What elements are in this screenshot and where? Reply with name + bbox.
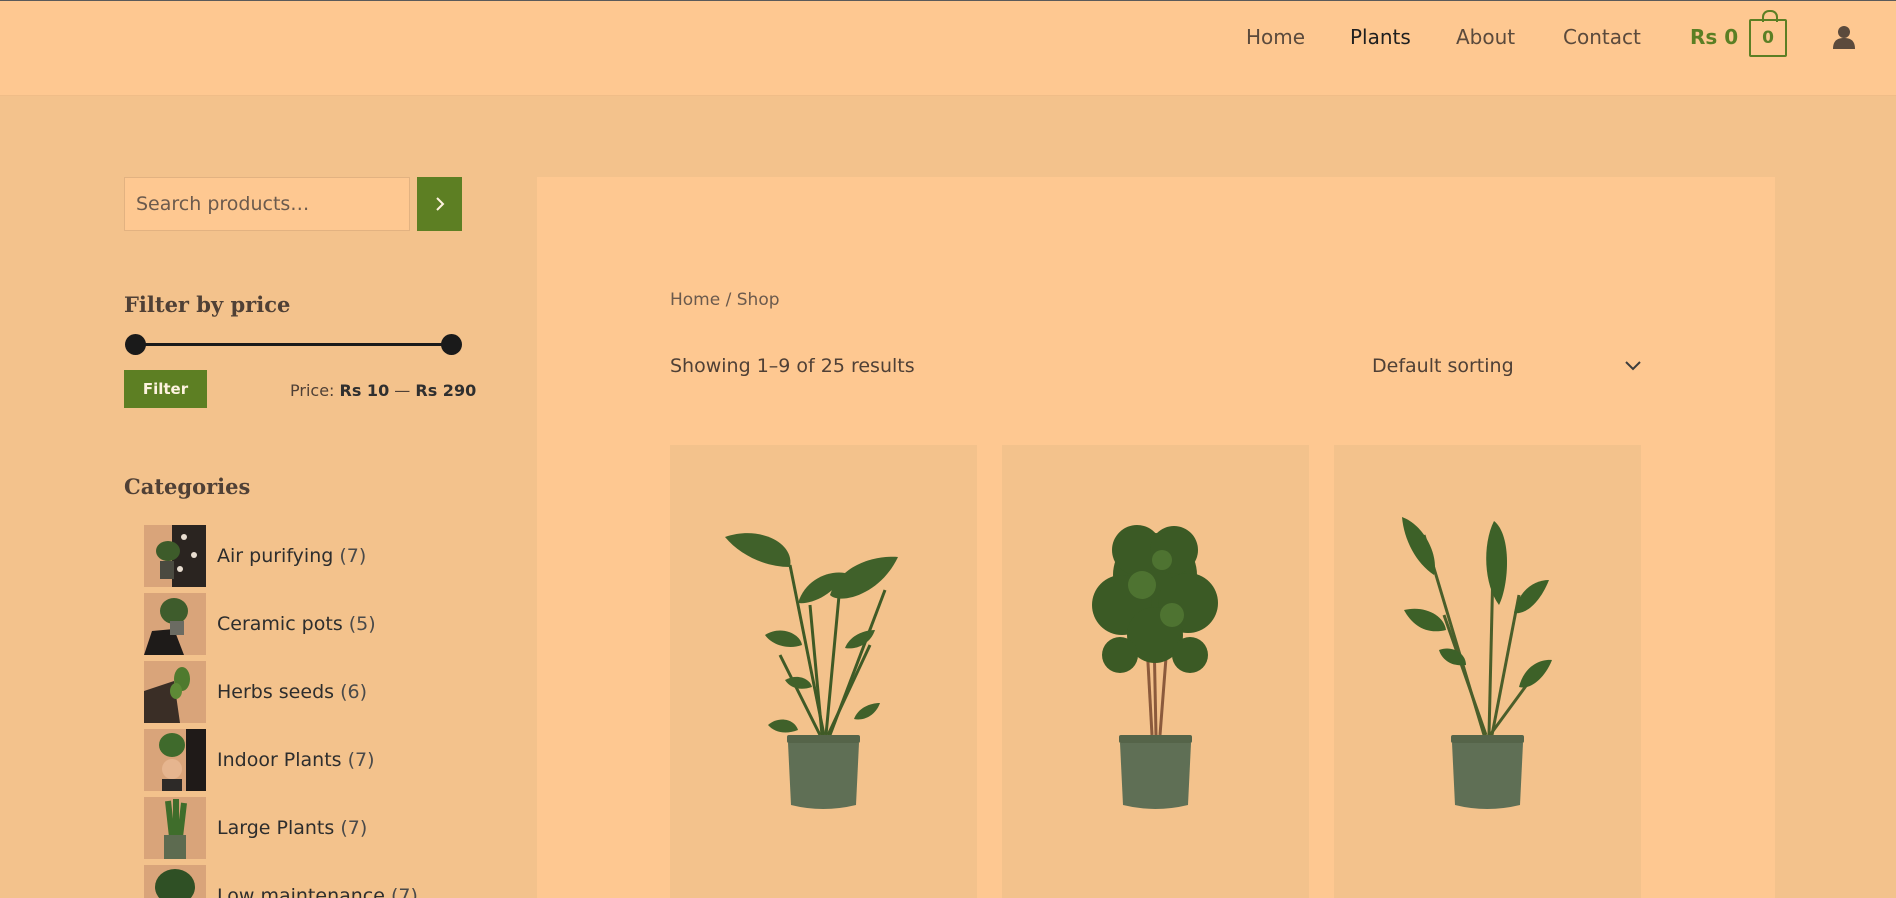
product-card-1[interactable] xyxy=(670,445,977,898)
chevron-down-icon xyxy=(1625,361,1641,371)
category-thumbnail xyxy=(144,865,206,898)
category-name[interactable]: Indoor Plants xyxy=(217,749,342,771)
breadcrumb-current: Shop xyxy=(736,290,780,310)
category-item-air-purifying[interactable]: Air purifying (7) xyxy=(144,525,366,587)
cart-total[interactable]: Rs 0 xyxy=(1690,25,1738,49)
category-item-herbs-seeds[interactable]: Herbs seeds (6) xyxy=(144,661,367,723)
price-separator: — xyxy=(394,381,411,400)
product-card-2[interactable] xyxy=(1002,445,1309,898)
category-count: (5) xyxy=(348,613,376,635)
category-item-ceramic-pots[interactable]: Ceramic pots (5) xyxy=(144,593,376,655)
nav-home[interactable]: Home xyxy=(1246,25,1305,49)
search-button[interactable] xyxy=(417,177,462,231)
category-thumbnail xyxy=(144,593,206,655)
filter-button[interactable]: Filter xyxy=(124,370,207,408)
price-slider-max-handle[interactable] xyxy=(441,334,462,355)
shopping-bag-icon[interactable]: 0 xyxy=(1749,10,1787,57)
category-thumbnail xyxy=(144,661,206,723)
categories-title: Categories xyxy=(124,474,251,499)
price-slider-min-handle[interactable] xyxy=(125,334,146,355)
category-count: (6) xyxy=(340,681,367,703)
category-item-low-maintenance[interactable]: Low maintenance (7) xyxy=(144,865,418,898)
user-icon[interactable] xyxy=(1833,25,1855,49)
product-image xyxy=(1402,517,1552,809)
category-thumbnail xyxy=(144,525,206,587)
result-count: Showing 1–9 of 25 results xyxy=(670,355,915,377)
product-card-3[interactable] xyxy=(1334,445,1641,898)
nav-plants[interactable]: Plants xyxy=(1350,25,1411,49)
category-count: (7) xyxy=(347,749,375,771)
nav-about[interactable]: About xyxy=(1456,25,1515,49)
category-name[interactable]: Ceramic pots xyxy=(217,613,343,635)
price-prefix: Price: xyxy=(290,381,335,400)
category-thumbnail xyxy=(144,797,206,859)
filter-by-price-title: Filter by price xyxy=(124,292,291,317)
category-thumbnail xyxy=(144,729,206,791)
price-min: Rs 10 xyxy=(339,381,390,400)
cart-count: 0 xyxy=(1762,28,1774,48)
price-range-label: Price: Rs 10 — Rs 290 xyxy=(290,381,476,400)
category-count: (7) xyxy=(390,885,418,898)
category-name[interactable]: Herbs seeds xyxy=(217,681,334,703)
category-name[interactable]: Large Plants xyxy=(217,817,334,839)
category-name[interactable]: Low maintenance xyxy=(217,885,385,898)
breadcrumb-home[interactable]: Home xyxy=(670,290,720,310)
sorting-selected: Default sorting xyxy=(1372,355,1514,377)
product-image xyxy=(725,533,898,809)
search-input[interactable] xyxy=(124,177,410,231)
product-image xyxy=(1092,525,1218,809)
breadcrumb: Home / Shop xyxy=(670,290,780,310)
category-item-indoor-plants[interactable]: Indoor Plants (7) xyxy=(144,729,375,791)
site-header: Home Plants About Contact Rs 0 0 xyxy=(0,1,1896,96)
breadcrumb-separator: / xyxy=(725,290,732,310)
price-slider-track[interactable] xyxy=(134,343,451,346)
category-item-large-plants[interactable]: Large Plants (7) xyxy=(144,797,367,859)
category-name[interactable]: Air purifying xyxy=(217,545,333,567)
category-count: (7) xyxy=(339,545,367,567)
chevron-right-icon xyxy=(435,197,444,211)
nav-contact[interactable]: Contact xyxy=(1563,25,1641,49)
category-count: (7) xyxy=(340,817,368,839)
price-max: Rs 290 xyxy=(415,381,477,400)
sorting-select[interactable]: Default sorting xyxy=(1372,346,1642,386)
